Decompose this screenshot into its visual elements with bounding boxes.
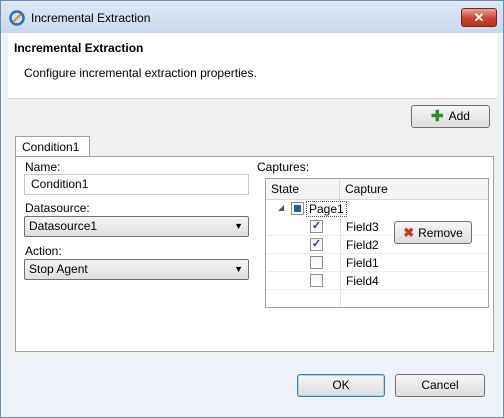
action-label: Action: — [25, 244, 62, 258]
state-checkbox[interactable]: ✓ — [310, 238, 323, 251]
remove-button-label: Remove — [418, 226, 463, 240]
chevron-down-icon: ▼ — [234, 221, 243, 231]
capture-name: Field2 — [346, 238, 379, 252]
title-bar[interactable]: Incremental Extraction ✕ — [1, 1, 503, 33]
chevron-down-icon: ▼ — [234, 264, 243, 274]
x-icon: ✖ — [403, 225, 415, 240]
header-title: Incremental Extraction — [14, 41, 144, 55]
expand-toggle-icon[interactable]: ◢ — [278, 203, 284, 212]
datasource-label: Datasource: — [25, 201, 90, 215]
column-header-capture[interactable]: Capture — [340, 179, 488, 200]
close-button[interactable]: ✕ — [461, 8, 497, 27]
tree-checkbox[interactable] — [291, 202, 304, 215]
capture-name: Field3 — [346, 220, 379, 234]
state-checkbox[interactable] — [310, 274, 323, 287]
tree-row-page1[interactable]: ◢ Page1 — [266, 200, 488, 218]
header-description: Configure incremental extraction propert… — [24, 66, 257, 80]
cancel-button-label: Cancel — [421, 378, 459, 392]
window-title: Incremental Extraction — [31, 11, 151, 25]
dialog-window: Incremental Extraction ✕ Incremental Ext… — [0, 0, 504, 418]
cancel-button[interactable]: Cancel — [395, 374, 485, 397]
capture-name: Field1 — [346, 256, 379, 270]
ok-button[interactable]: OK — [297, 374, 385, 397]
table-row[interactable]: Field1 — [266, 254, 488, 272]
capture-name: Field4 — [346, 274, 379, 288]
add-button-label: Add — [448, 109, 470, 123]
name-label: Name: — [25, 160, 61, 174]
datasource-value: Datasource1 — [29, 219, 98, 233]
action-select[interactable]: Stop Agent ▼ — [24, 259, 249, 280]
name-field[interactable]: Condition1 — [24, 174, 249, 195]
plus-icon: ✚ — [431, 108, 444, 125]
add-button[interactable]: ✚ Add — [411, 105, 490, 128]
state-checkbox[interactable]: ✓ — [310, 220, 323, 233]
table-row[interactable]: Field4 — [266, 272, 488, 290]
tab-label: Condition1 — [22, 140, 80, 154]
dialog-header: Incremental Extraction Configure increme… — [8, 33, 497, 99]
ok-button-label: OK — [332, 378, 350, 392]
tree-label: Page1 — [306, 201, 347, 217]
remove-button[interactable]: ✖ Remove — [394, 221, 472, 244]
condition-panel: Name: Condition1 Datasource: Datasource1… — [15, 156, 494, 352]
close-icon: ✕ — [473, 10, 485, 25]
partial-check-icon — [294, 205, 301, 212]
action-value: Stop Agent — [29, 262, 88, 276]
column-header-state[interactable]: State — [266, 179, 340, 200]
tab-condition1[interactable]: Condition1 — [15, 136, 90, 157]
name-value: Condition1 — [31, 177, 89, 191]
state-checkbox[interactable] — [310, 256, 323, 269]
app-icon — [9, 10, 25, 26]
captures-label: Captures: — [257, 160, 310, 174]
datasource-select[interactable]: Datasource1 ▼ — [24, 216, 249, 237]
